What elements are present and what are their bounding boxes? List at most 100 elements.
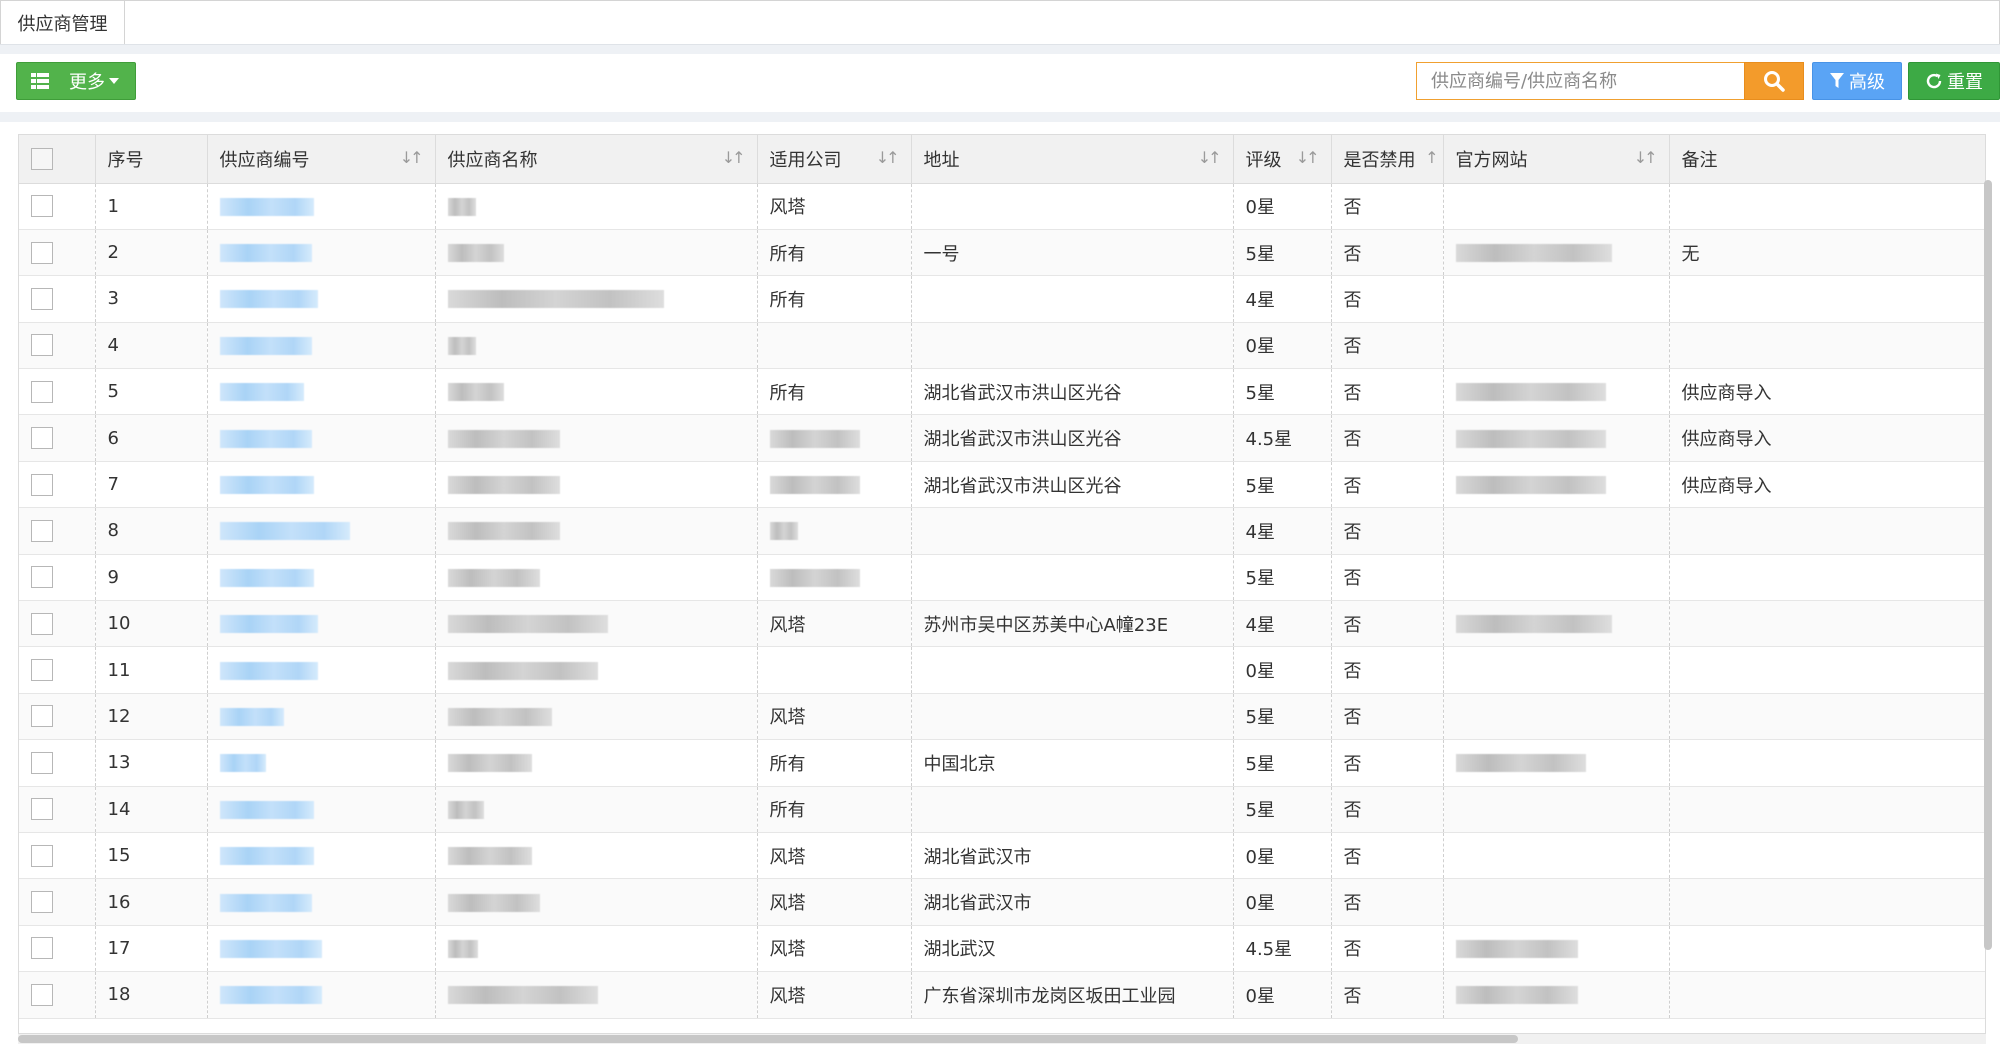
table-row[interactable]: 3 所有 4星否 xyxy=(19,275,1985,323)
redacted-link[interactable] xyxy=(219,754,266,773)
select-all-checkbox[interactable] xyxy=(31,147,53,170)
column-header-disabled[interactable]: 是否禁用 ↑ xyxy=(1331,135,1444,184)
row-checkbox[interactable] xyxy=(31,241,53,264)
cell-supplier-code[interactable] xyxy=(207,971,436,1019)
table-row[interactable]: 2 所有 一号 5星否 无 xyxy=(19,229,1985,277)
more-button[interactable]: 更多 xyxy=(16,62,136,100)
sort-arrows-icon[interactable]: ↓↑ xyxy=(722,148,746,167)
cell-supplier-code[interactable] xyxy=(207,461,436,509)
reset-button[interactable]: 重置 xyxy=(1908,62,2000,100)
column-header-website[interactable]: 官方网站 ↓↑ xyxy=(1443,135,1670,184)
cell-supplier-code[interactable] xyxy=(207,646,436,694)
redacted-link[interactable] xyxy=(219,986,322,1005)
sort-arrows-icon[interactable]: ↓↑ xyxy=(876,148,900,167)
search-input[interactable] xyxy=(1416,62,1744,100)
table-row[interactable]: 13 所有 中国北京 5星否 xyxy=(19,739,1985,787)
column-header-company[interactable]: 适用公司 ↓↑ xyxy=(757,135,912,184)
row-checkbox[interactable] xyxy=(31,334,53,357)
cell-supplier-code[interactable] xyxy=(207,229,436,277)
cell-supplier-code[interactable] xyxy=(207,832,436,880)
cell-supplier-code[interactable] xyxy=(207,414,436,462)
redacted-text xyxy=(1455,383,1606,402)
table-row[interactable]: 7 湖北省武汉市洪山区光谷 5星否 供应商导入 xyxy=(19,461,1985,509)
row-checkbox[interactable] xyxy=(31,612,53,635)
table-row[interactable]: 6 湖北省武汉市洪山区光谷 4.5星否 供应商导入 xyxy=(19,414,1985,462)
column-header-supplier-code[interactable]: 供应商编号 ↓↑ xyxy=(207,135,436,184)
sort-arrows-icon[interactable]: ↓↑ xyxy=(1634,148,1658,167)
table-row[interactable]: 10 风塔 苏州市吴中区苏美中心A幢23E 4星否 xyxy=(19,600,1985,648)
redacted-link[interactable] xyxy=(219,847,314,866)
redacted-link[interactable] xyxy=(219,707,284,726)
redacted-link[interactable] xyxy=(219,661,318,680)
row-checkbox[interactable] xyxy=(31,983,53,1006)
column-header-supplier-name[interactable]: 供应商名称 ↓↑ xyxy=(435,135,758,184)
redacted-link[interactable] xyxy=(219,476,314,495)
redacted-link[interactable] xyxy=(219,244,312,263)
row-checkbox[interactable] xyxy=(31,519,53,542)
table-row[interactable]: 9 5星否 xyxy=(19,554,1985,602)
redacted-link[interactable] xyxy=(219,522,350,541)
search-button[interactable] xyxy=(1744,62,1804,100)
cell-supplier-code[interactable] xyxy=(207,693,436,741)
redacted-link[interactable] xyxy=(219,893,312,912)
row-checkbox[interactable] xyxy=(31,287,53,310)
redacted-link[interactable] xyxy=(219,383,304,402)
table-row[interactable]: 17 风塔 湖北武汉 4.5星否 xyxy=(19,925,1985,973)
table-row[interactable]: 14 所有 5星否 xyxy=(19,786,1985,833)
row-checkbox[interactable] xyxy=(31,705,53,728)
table-row[interactable]: 12 风塔 5星否 xyxy=(19,693,1985,741)
cell-no: 9 xyxy=(95,554,208,602)
redacted-link[interactable] xyxy=(219,197,314,216)
row-checkbox[interactable] xyxy=(31,473,53,496)
table-row[interactable]: 16 风塔 湖北省武汉市 0星否 xyxy=(19,878,1985,926)
redacted-link[interactable] xyxy=(219,336,312,355)
cell-supplier-code[interactable] xyxy=(207,322,436,370)
vertical-scrollbar[interactable] xyxy=(1984,180,1992,950)
redacted-link[interactable] xyxy=(219,615,318,634)
redacted-link[interactable] xyxy=(219,429,312,448)
row-checkbox[interactable] xyxy=(31,195,53,218)
advanced-filter-button[interactable]: 高级 xyxy=(1812,62,1902,100)
row-select-cell xyxy=(19,275,96,323)
column-header-rating[interactable]: 评级 ↓↑ xyxy=(1233,135,1332,184)
row-checkbox[interactable] xyxy=(31,891,53,914)
tab-supplier-management[interactable]: 供应商管理 xyxy=(1,1,125,45)
cell-supplier-code[interactable] xyxy=(207,925,436,973)
table-row[interactable]: 11 0星否 xyxy=(19,646,1985,694)
redacted-link[interactable] xyxy=(219,568,314,587)
row-checkbox[interactable] xyxy=(31,751,53,774)
cell-supplier-code[interactable] xyxy=(207,600,436,648)
row-checkbox[interactable] xyxy=(31,844,53,867)
cell-company: 风塔 xyxy=(757,693,912,741)
sort-arrows-icon[interactable]: ↓↑ xyxy=(1198,148,1222,167)
sort-arrows-icon[interactable]: ↓↑ xyxy=(1296,148,1320,167)
cell-supplier-code[interactable] xyxy=(207,275,436,323)
row-checkbox[interactable] xyxy=(31,380,53,403)
cell-no: 1 xyxy=(95,183,208,230)
cell-supplier-code[interactable] xyxy=(207,368,436,416)
sort-arrows-icon[interactable]: ↓↑ xyxy=(400,148,424,167)
cell-supplier-code[interactable] xyxy=(207,554,436,602)
row-checkbox[interactable] xyxy=(31,427,53,450)
redacted-link[interactable] xyxy=(219,800,314,819)
row-checkbox[interactable] xyxy=(31,566,53,589)
table-row[interactable]: 18 风塔 广东省深圳市龙岗区坂田工业园 0星否 xyxy=(19,971,1985,1019)
horizontal-scrollbar[interactable] xyxy=(18,1035,1518,1043)
cell-supplier-code[interactable] xyxy=(207,507,436,555)
table-row[interactable]: 5 所有 湖北省武汉市洪山区光谷 5星否 供应商导入 xyxy=(19,368,1985,416)
cell-supplier-code[interactable] xyxy=(207,786,436,833)
row-checkbox[interactable] xyxy=(31,798,53,821)
redacted-link[interactable] xyxy=(219,290,318,309)
table-row[interactable]: 4 0星否 xyxy=(19,322,1985,370)
redacted-link[interactable] xyxy=(219,939,322,958)
cell-supplier-code[interactable] xyxy=(207,183,436,230)
table-row[interactable]: 15 风塔 湖北省武汉市 0星否 xyxy=(19,832,1985,880)
cell-supplier-code[interactable] xyxy=(207,739,436,787)
row-checkbox[interactable] xyxy=(31,937,53,960)
cell-supplier-code[interactable] xyxy=(207,878,436,926)
table-row[interactable]: 1 风塔 0星否 xyxy=(19,183,1985,230)
table-row[interactable]: 8 4星否 xyxy=(19,507,1985,555)
column-header-address[interactable]: 地址 ↓↑ xyxy=(911,135,1234,184)
row-checkbox[interactable] xyxy=(31,659,53,682)
sort-up-icon[interactable]: ↑ xyxy=(1425,148,1438,167)
